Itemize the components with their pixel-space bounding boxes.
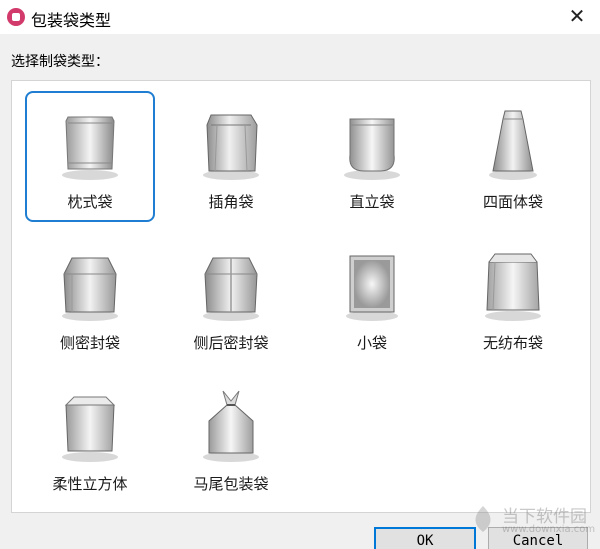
window-title: 包装袋类型 [31,11,112,30]
sachet-icon [346,255,398,321]
tile-side-seal-bag[interactable]: 侧密封袋 [25,232,155,363]
close-icon: ✕ [568,4,586,28]
tile-label: 插角袋 [208,193,254,211]
tile-ponytail-bag[interactable]: 马尾包装袋 [166,373,296,504]
side-seal-bag-icon [62,257,118,321]
tile-flexible-cube[interactable]: 柔性立方体 [25,373,155,504]
nonwoven-bag-icon [485,253,541,321]
tile-label: 四面体袋 [482,193,543,211]
tile-nonwoven-bag[interactable]: 无纺布袋 [448,232,578,363]
tile-label: 侧后密封袋 [193,334,269,352]
tile-label: 小袋 [356,334,387,352]
close-button[interactable]: ✕ [560,0,594,34]
tetrahedron-bag-icon [489,110,537,180]
tile-side-back-seal-bag[interactable]: 侧后密封袋 [166,232,296,363]
pillow-bag-icon [62,116,118,180]
flexible-cube-icon [62,396,118,462]
watermark-url: www.downxia.com [502,524,596,535]
tile-tetrahedron-bag[interactable]: 四面体袋 [448,91,578,222]
tile-label: 枕式袋 [67,193,113,211]
tile-label: 侧密封袋 [59,334,120,352]
app-logo-icon [7,8,25,26]
watermark-logo-icon [475,506,491,532]
ok-button[interactable]: OK [374,527,476,549]
title-bar: 包装袋类型 ✕ [0,0,600,34]
tile-sachet[interactable]: 小袋 [307,232,437,363]
tile-label: 无纺布袋 [482,334,543,352]
stand-up-pouch-icon [344,118,400,180]
side-back-seal-bag-icon [203,257,259,321]
tile-label: 柔性立方体 [52,475,128,493]
tile-label: 马尾包装袋 [193,475,269,493]
tile-label: 直立袋 [349,193,395,211]
bag-type-panel: 枕式袋 插角袋 直立袋 四面体袋 侧密封袋 侧后密封袋 小袋 无纺布袋 柔性立方… [11,80,591,513]
tile-stand-up-pouch[interactable]: 直立袋 [307,91,437,222]
bag-type-prompt: 选择制袋类型： [11,54,109,70]
watermark: 当下软件园 www.downxia.com [468,500,596,544]
gusset-bag-icon [203,114,259,180]
tile-gusset-bag[interactable]: 插角袋 [166,91,296,222]
tile-pillow-bag[interactable]: 枕式袋 [25,91,155,222]
ponytail-bag-icon [203,390,259,462]
